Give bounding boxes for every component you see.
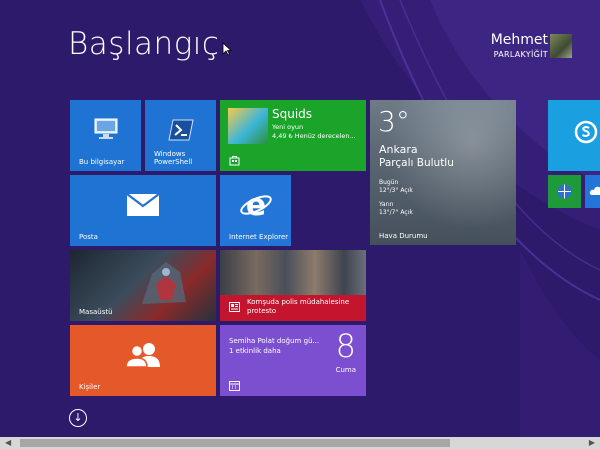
news-headline: Komşuda polis müdahalesine protesto [247, 298, 350, 316]
mouse-cursor-icon [222, 42, 232, 56]
tile-label: Windows PowerShell [154, 149, 193, 166]
tile-label: Bu bilgisayar [79, 157, 125, 166]
calendar-day: 8 [335, 327, 356, 365]
scroll-down-icon: ↓ [73, 411, 83, 424]
powershell-icon [167, 119, 194, 141]
this-pc-icon [94, 118, 117, 139]
internet-explorer-icon: e [239, 189, 272, 221]
tile-label: Masaüstü [79, 307, 113, 316]
weather-tomorrow-value: 13°/7° Açık [379, 209, 413, 216]
squids-title: Squids [272, 107, 313, 121]
user-last-name: PARLAKYİĞİT [493, 50, 548, 59]
tile-people[interactable]: Kişiler [70, 325, 216, 396]
tile-weather[interactable]: 3° Ankara Parçalı Bulutlu Bugün 12°/3° A… [370, 100, 516, 245]
user-account[interactable]: Mehmet PARLAKYİĞİT [491, 33, 548, 59]
desktop-wallpaper-robot [142, 262, 186, 304]
tile-this-pc[interactable]: Bu bilgisayar [70, 100, 141, 171]
weather-today-label: Bugün [379, 179, 399, 186]
tile-internet-explorer[interactable]: e Internet Explorer [220, 175, 291, 246]
tile-label: Internet Explorer [229, 232, 289, 241]
squids-game-thumbnail [228, 108, 268, 144]
user-first-name: Mehmet [490, 32, 548, 48]
page-title: Başlangıç [68, 26, 220, 62]
weather-condition: Parçalı Bulutlu [379, 157, 454, 169]
tile-network-app[interactable] [548, 175, 581, 208]
store-icon [229, 156, 240, 166]
tile-label: Hava Durumu [379, 231, 428, 240]
squids-price: 4,49 ₺ Henüz derecelen... [272, 132, 356, 140]
mail-icon [126, 192, 160, 216]
calendar-weekday: Cuma [335, 366, 356, 374]
scroll-left-icon[interactable]: ◀ [5, 437, 11, 449]
tile-onedrive[interactable] [585, 175, 600, 208]
calendar-event: Semiha Polat doğum gü... [229, 337, 320, 345]
tile-mail[interactable]: Posta [70, 175, 216, 246]
tile-powershell[interactable]: Windows PowerShell [145, 100, 216, 171]
tile-label: Posta [79, 232, 98, 241]
tile-news[interactable]: Komşuda polis müdahalesine protesto [220, 250, 366, 321]
tile-desktop[interactable]: Masaüstü [70, 250, 216, 321]
avatar[interactable] [550, 34, 572, 58]
scroll-right-icon[interactable]: ▶ [589, 437, 595, 449]
news-photo [220, 250, 366, 295]
tile-skype[interactable] [548, 100, 600, 171]
svg-text:e: e [245, 189, 265, 221]
weather-tomorrow-label: Yarın [379, 201, 394, 208]
squids-subtitle: Yeni oyun [272, 123, 304, 131]
weather-city: Ankara [379, 143, 418, 156]
people-icon [125, 342, 160, 368]
weather-temperature: 3° [378, 105, 410, 138]
scrollbar-thumb[interactable] [20, 439, 450, 447]
news-icon [229, 302, 240, 312]
weather-today-value: 12°/3° Açık [379, 187, 413, 194]
calendar-more: 1 etkinlik daha [229, 347, 281, 355]
skype-icon [574, 120, 598, 144]
tile-calendar[interactable]: Semiha Polat doğum gü... 1 etkinlik daha… [220, 325, 366, 396]
tile-squids[interactable]: Squids Yeni oyun 4,49 ₺ Henüz derecelen.… [220, 100, 366, 171]
cloud-icon [589, 186, 600, 195]
calendar-icon [229, 381, 240, 391]
network-icon [557, 184, 572, 199]
all-apps-button[interactable]: ↓ [69, 409, 87, 427]
tile-label: Kişiler [79, 382, 101, 391]
horizontal-scrollbar[interactable]: ◀ ▶ [0, 437, 600, 449]
